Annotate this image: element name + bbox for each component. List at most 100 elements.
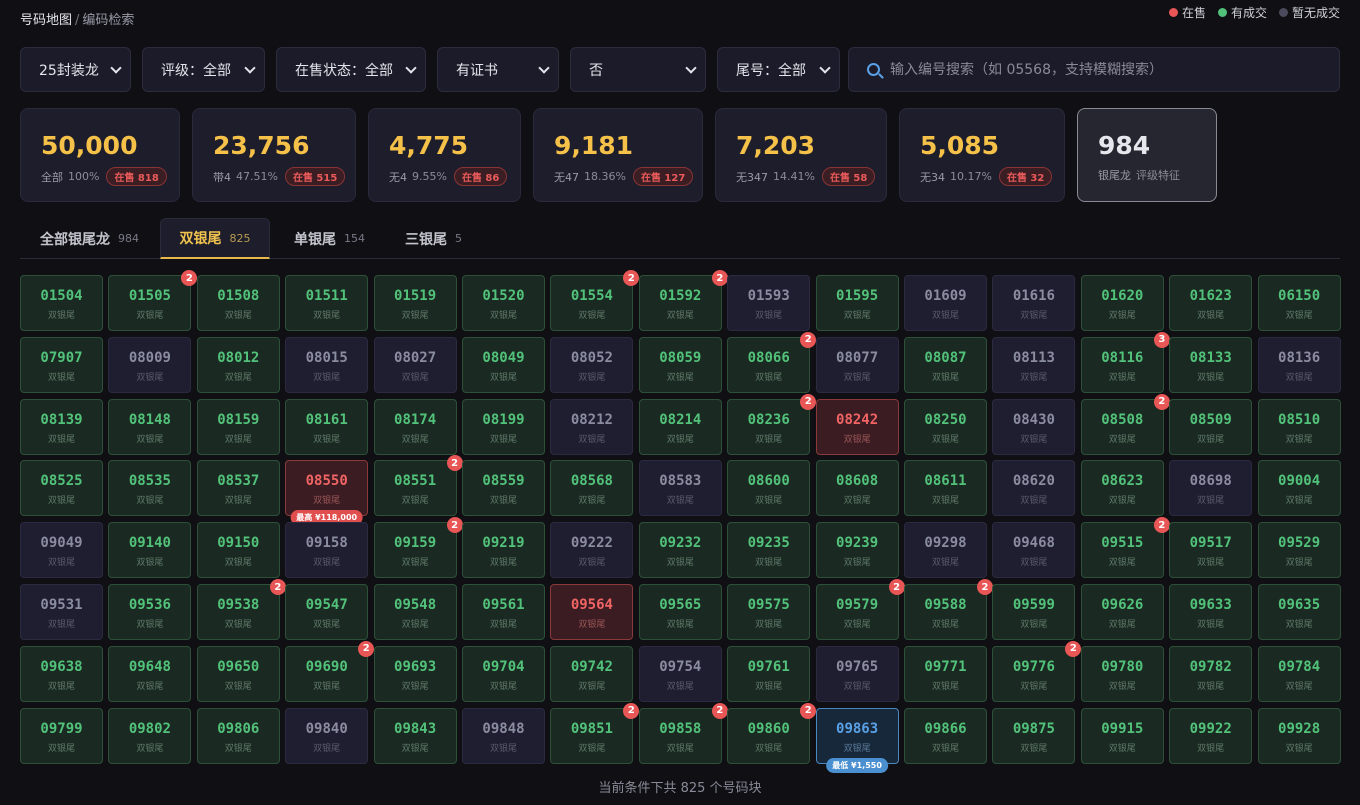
stat-card-no-47[interactable]: 9,181 无47 18.36% 在售 127	[533, 108, 703, 202]
number-cell[interactable]: 09915 双银尾	[1080, 707, 1164, 764]
number-cell[interactable]: 09875 双银尾	[992, 707, 1076, 764]
number-cell[interactable]: 09928 双银尾	[1257, 707, 1341, 764]
number-cell[interactable]: 01504 双银尾	[20, 275, 103, 331]
stat-card-no-34[interactable]: 5,085 无34 10.17% 在售 32	[899, 108, 1065, 202]
tab-single-silver-tail[interactable]: 单银尾 154	[294, 218, 365, 259]
number-cell[interactable]: 08139 双银尾	[20, 398, 103, 455]
number-cell[interactable]: 09564 双银尾	[550, 584, 634, 640]
number-cell[interactable]: 09742 双银尾	[550, 645, 634, 702]
number-cell[interactable]: 09517 双银尾	[1169, 522, 1253, 579]
number-cell[interactable]: 09776 双银尾 2	[992, 640, 1082, 702]
number-cell[interactable]: 09547 双银尾	[285, 584, 369, 640]
number-cell[interactable]: 09579 双银尾 2	[815, 579, 905, 640]
search-input[interactable]	[890, 61, 1330, 78]
number-cell[interactable]: 08236 双银尾 2	[727, 393, 817, 455]
number-cell[interactable]: 08027 双银尾	[373, 336, 457, 393]
tab-triple-silver-tail[interactable]: 三银尾 5	[405, 218, 462, 259]
number-cell[interactable]: 08148 双银尾	[108, 398, 192, 455]
number-cell[interactable]: 09633 双银尾	[1169, 584, 1253, 640]
number-cell[interactable]: 09690 双银尾 2	[285, 640, 375, 702]
number-cell[interactable]: 08620 双银尾	[992, 460, 1076, 517]
number-cell[interactable]: 09771 双银尾	[904, 645, 987, 702]
number-cell[interactable]: 09765 双银尾	[815, 645, 899, 702]
number-cell[interactable]: 09565 双银尾	[638, 584, 722, 640]
stat-card-silver-tail[interactable]: 984 银尾龙 评级特征	[1077, 108, 1217, 202]
number-cell[interactable]: 09799 双银尾	[20, 707, 103, 764]
number-cell[interactable]: 09848 双银尾	[462, 707, 545, 764]
number-cell[interactable]: 09219 双银尾	[462, 522, 545, 579]
number-cell[interactable]: 09693 双银尾	[373, 645, 457, 702]
number-cell[interactable]: 01623 双银尾	[1169, 275, 1253, 331]
number-cell[interactable]: 09538 双银尾 2	[196, 579, 286, 640]
filter-certificate-select[interactable]: 有证书	[437, 47, 559, 92]
number-cell[interactable]: 08509 双银尾	[1169, 398, 1253, 455]
number-cell[interactable]: 09648 双银尾	[108, 645, 192, 702]
number-cell[interactable]: 09802 双银尾	[108, 707, 192, 764]
number-cell[interactable]: 09599 双银尾	[992, 584, 1076, 640]
breadcrumb-home[interactable]: 号码地图	[20, 13, 72, 28]
number-cell[interactable]: 08608 双银尾	[815, 460, 899, 517]
number-cell[interactable]: 08199 双银尾	[462, 398, 545, 455]
number-cell[interactable]: 09922 双银尾	[1169, 707, 1253, 764]
number-cell[interactable]: 08600 双银尾	[727, 460, 811, 517]
number-cell[interactable]: 08049 双银尾	[462, 336, 545, 393]
number-cell[interactable]: 01511 双银尾	[285, 275, 369, 331]
number-cell[interactable]: 09531 双银尾	[20, 584, 103, 640]
number-cell[interactable]: 09782 双银尾	[1169, 645, 1253, 702]
number-cell[interactable]: 09761 双银尾	[727, 645, 811, 702]
number-cell[interactable]: 01554 双银尾 2	[550, 270, 640, 331]
number-cell[interactable]: 08161 双银尾	[285, 398, 369, 455]
number-cell[interactable]: 09049 双银尾	[20, 522, 103, 579]
number-cell[interactable]: 07907 双银尾	[20, 336, 103, 393]
number-cell[interactable]: 08698 双银尾	[1169, 460, 1253, 517]
number-cell[interactable]: 09860 双银尾 2	[727, 702, 817, 764]
number-cell[interactable]: 08623 双银尾	[1080, 460, 1164, 517]
number-cell[interactable]: 08430 双银尾	[992, 398, 1076, 455]
number-cell[interactable]: 09851 双银尾 2	[550, 702, 640, 764]
number-cell[interactable]: 09235 双银尾	[727, 522, 811, 579]
filter-rating-select[interactable]: 评级：全部	[142, 47, 265, 92]
number-cell[interactable]: 01505 双银尾 2	[108, 270, 198, 331]
number-cell[interactable]: 08133 双银尾	[1169, 336, 1253, 393]
filter-flag-select[interactable]: 否	[570, 47, 706, 92]
number-cell[interactable]: 09004 双银尾	[1257, 460, 1341, 517]
number-cell[interactable]: 09784 双银尾	[1257, 645, 1341, 702]
number-cell[interactable]: 09468 双银尾	[992, 522, 1076, 579]
number-cell[interactable]: 01616 双银尾	[992, 275, 1076, 331]
number-cell[interactable]: 08059 双银尾	[638, 336, 722, 393]
number-cell[interactable]: 01508 双银尾	[196, 275, 280, 331]
number-cell[interactable]: 08009 双银尾	[108, 336, 192, 393]
number-cell[interactable]: 01592 双银尾 2	[638, 270, 728, 331]
number-cell[interactable]: 09239 双银尾	[815, 522, 899, 579]
number-cell[interactable]: 08077 双银尾	[815, 336, 899, 393]
stat-card-no-4[interactable]: 4,775 无4 9.55% 在售 86	[368, 108, 521, 202]
number-cell[interactable]: 08250 双银尾	[904, 398, 987, 455]
number-cell[interactable]: 09150 双银尾	[196, 522, 280, 579]
number-cell[interactable]: 09806 双银尾	[196, 707, 280, 764]
number-cell[interactable]: 09515 双银尾 2	[1080, 517, 1170, 579]
number-cell[interactable]: 08066 双银尾 2	[727, 331, 817, 393]
tab-double-silver-tail[interactable]: 双银尾 825	[160, 218, 270, 259]
number-cell[interactable]: 01609 双银尾	[904, 275, 987, 331]
number-cell[interactable]: 08525 双银尾	[20, 460, 103, 517]
number-cell[interactable]: 08537 双银尾	[196, 460, 280, 517]
number-cell[interactable]: 09548 双银尾	[373, 584, 457, 640]
filter-sale-status-select[interactable]: 在售状态：全部	[276, 47, 426, 92]
number-cell[interactable]: 08015 双银尾	[285, 336, 369, 393]
number-cell[interactable]: 08113 双银尾	[992, 336, 1076, 393]
number-cell[interactable]: 08116 双银尾 3	[1080, 331, 1170, 393]
number-cell[interactable]: 09158 双银尾	[285, 522, 369, 579]
number-cell[interactable]: 09840 双银尾	[285, 707, 369, 764]
number-cell[interactable]: 09635 双银尾	[1257, 584, 1341, 640]
number-cell[interactable]: 09650 双银尾	[196, 645, 280, 702]
number-cell[interactable]: 09588 双银尾 2	[904, 579, 993, 640]
number-cell[interactable]: 01519 双银尾	[373, 275, 457, 331]
number-cell[interactable]: 06150 双银尾	[1257, 275, 1341, 331]
number-cell[interactable]: 08087 双银尾	[904, 336, 987, 393]
number-cell[interactable]: 08136 双银尾	[1257, 336, 1341, 393]
number-cell[interactable]: 08508 双银尾 2	[1080, 393, 1170, 455]
number-cell[interactable]: 09298 双银尾	[904, 522, 987, 579]
number-cell[interactable]: 08159 双银尾	[196, 398, 280, 455]
number-cell[interactable]: 08012 双银尾	[196, 336, 280, 393]
number-cell[interactable]: 08551 双银尾 2	[373, 455, 463, 517]
